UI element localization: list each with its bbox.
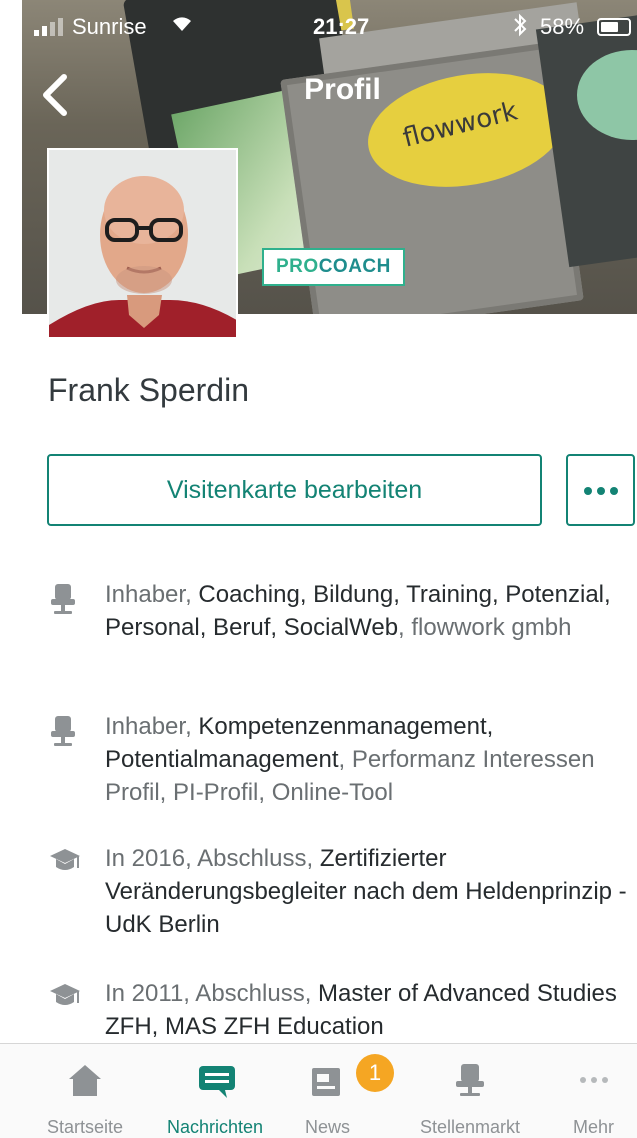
tab-mehr[interactable]: Mehr — [550, 1044, 637, 1138]
battery-icon — [597, 18, 631, 36]
graduation-cap-icon — [48, 981, 82, 1015]
home-icon — [65, 1060, 105, 1100]
avatar[interactable] — [47, 148, 238, 339]
entry-lead: In 2011, Abschluss, — [105, 980, 319, 1007]
tab-label: Nachrichten — [166, 1117, 264, 1137]
news-count-badge: 1 — [356, 1054, 394, 1092]
tab-nachrichten[interactable]: Nachrichten — [150, 1044, 280, 1138]
more-icon — [574, 1060, 614, 1100]
tab-bar: Startseite Nachrichten News Stellenmarkt… — [0, 1043, 637, 1138]
tab-label: Stellenmarkt — [419, 1117, 521, 1137]
bluetooth-icon — [512, 13, 528, 43]
profile-photo — [49, 150, 236, 337]
procoach-badge: PROCOACH — [262, 248, 405, 286]
office-chair-icon — [48, 582, 82, 616]
office-chair-icon — [48, 714, 82, 748]
entry-text: In 2011, Abschluss, Master of Advanced S… — [105, 977, 630, 1043]
edit-business-card-button[interactable]: Visitenkarte bearbeiten — [47, 454, 542, 526]
tab-label: Mehr — [572, 1117, 614, 1137]
entry-tail: , flowwork gmbh — [398, 614, 572, 641]
status-bar: Sunrise 21:27 58% — [0, 0, 637, 56]
carrier-name: Sunrise — [72, 14, 147, 39]
status-time: 21:27 — [313, 14, 370, 39]
tab-label: News — [304, 1117, 350, 1137]
graduation-cap-icon — [48, 846, 82, 880]
entry-text: In 2016, Abschluss, Zertifizierter Verän… — [105, 842, 630, 941]
page-title: Profil — [304, 73, 381, 106]
entry-lead: Inhaber, — [105, 581, 199, 608]
signal-icon — [34, 18, 63, 36]
entry-text: Inhaber, Kompetenzenmanagement, Potentia… — [105, 710, 630, 809]
profile-name: Frank Sperdin — [48, 372, 249, 408]
entry-lead: In 2016, Abschluss, — [105, 845, 320, 872]
wifi-icon — [170, 12, 194, 40]
entry-text: Inhaber, Coaching, Bildung, Training, Po… — [105, 578, 630, 644]
tab-stellenmarkt[interactable]: Stellenmarkt — [395, 1044, 545, 1138]
tab-label: Startseite — [46, 1117, 124, 1137]
tab-startseite[interactable]: Startseite — [20, 1044, 150, 1138]
messages-icon — [195, 1060, 235, 1100]
more-options-button[interactable] — [566, 454, 635, 526]
badge-pro-text: PRO — [276, 256, 319, 277]
more-dots-icon — [584, 487, 618, 495]
news-icon — [308, 1060, 348, 1100]
office-chair-icon — [450, 1060, 490, 1100]
battery-percentage: 58% — [540, 14, 585, 39]
badge-coach-text: COACH — [318, 256, 391, 277]
entry-lead: Inhaber, — [105, 713, 199, 740]
tab-news[interactable]: News — [280, 1044, 375, 1138]
